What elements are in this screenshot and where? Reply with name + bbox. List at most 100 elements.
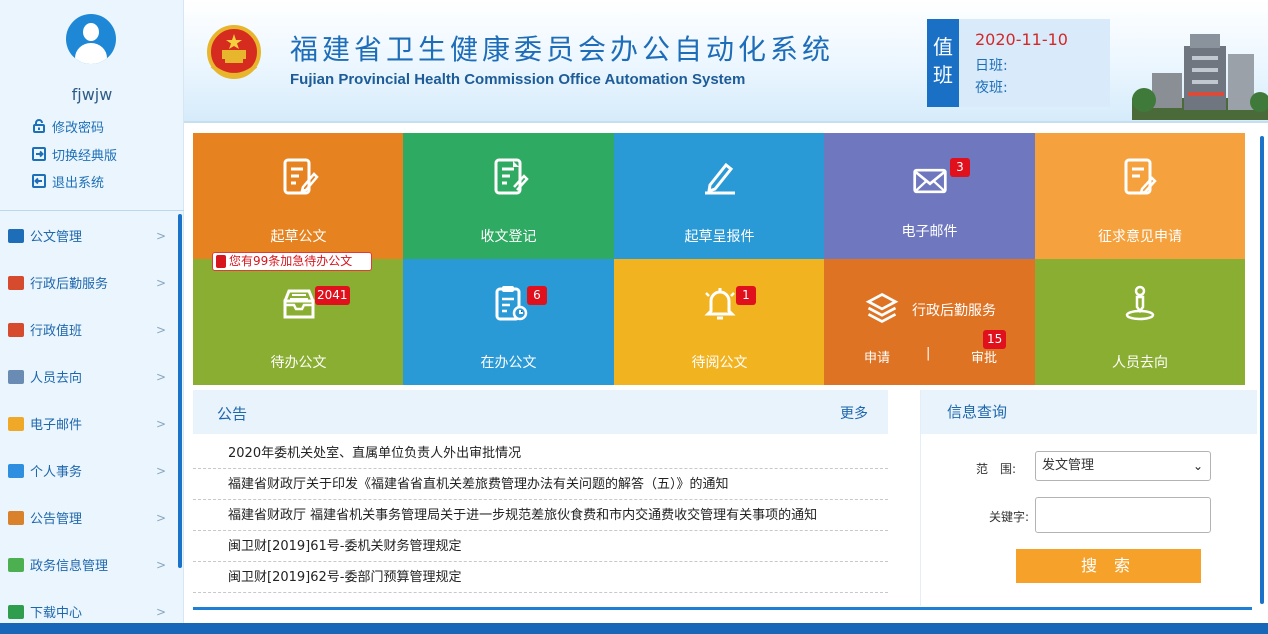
notice-item[interactable]: 闽卫财[2019]62号-委部门预算管理规定 (193, 562, 888, 593)
search-button[interactable]: 搜 索 (1016, 549, 1201, 583)
truck-icon (8, 275, 24, 290)
logout-icon (32, 174, 46, 188)
tile-label: 起草公文 (270, 229, 327, 245)
chevron-right-icon: > (155, 369, 166, 384)
sidebar-item-logistics-service[interactable]: 行政后勤服务 > (0, 259, 178, 306)
download-icon (8, 604, 24, 619)
notice-item[interactable]: 闽卫财[2019]61号-委机关财务管理规定 (193, 531, 888, 562)
sidebar-item-personal-affairs[interactable]: 个人事务 > (0, 447, 178, 494)
chevron-right-icon: > (155, 510, 166, 525)
notice-item[interactable]: 福建省财政厅关于印发《福建省省直机关差旅费管理办法有关问题的解答（五）》的通知 (193, 469, 888, 500)
inbox-icon (283, 289, 314, 319)
chevron-right-icon: > (155, 275, 166, 290)
tile-label: 起草呈报件 (684, 229, 755, 245)
national-emblem-icon (207, 25, 261, 79)
notice-item[interactable]: 2020年委机关处室、直属单位负责人外出审批情况 (193, 438, 888, 469)
sidebar-item-label: 行政后勤服务 (30, 277, 109, 292)
sidebar-item-admin-duty[interactable]: 行政值班 > (0, 306, 178, 353)
approve-count-badge: 15 (983, 330, 1007, 349)
chevron-right-icon: > (155, 557, 166, 572)
keyword-input[interactable] (1035, 497, 1211, 533)
day-shift: 日班: (975, 58, 1008, 74)
envelope-icon (912, 168, 947, 194)
content-scrollbar[interactable] (1260, 136, 1264, 604)
sidebar-item-staff-whereabouts[interactable]: 人员去向 > (0, 353, 178, 400)
logistics-separator: | (926, 346, 931, 361)
avatar[interactable] (66, 14, 116, 64)
duty-tag: 值班 (927, 19, 959, 107)
logistics-apply-link[interactable]: 申请 (864, 347, 890, 366)
megaphone-icon (8, 228, 24, 243)
content-bottom-line (193, 607, 1252, 610)
app-root: fjwjw 修改密码 切换经典版 退出系统 公文管理 > 行政后勤服务 > 行政值班… (0, 0, 1268, 634)
to-read-count-badge: 1 (736, 286, 756, 305)
tile-receive-register[interactable]: 收文登记 (403, 133, 614, 259)
building-image (1132, 34, 1268, 120)
sidebar-item-document-management[interactable]: 公文管理 > (0, 212, 178, 259)
sidebar-item-label: 人员去向 (30, 371, 83, 386)
alert-icon (216, 255, 226, 268)
notice-item[interactable]: 福建省财政厅 福建省机关事务管理局关于进一步规范差旅伙食费和市内交通费收交管理有… (193, 500, 888, 531)
in-progress-count-badge: 6 (527, 286, 547, 305)
tile-staff-whereabouts[interactable]: 人员去向 (1035, 259, 1245, 385)
email-count-badge: 3 (950, 158, 970, 177)
keyword-label: 关键字: (989, 510, 1030, 524)
scope-select-value: 发文管理 (1042, 458, 1095, 473)
tile-draft-document[interactable]: 起草公文 (193, 133, 404, 259)
pending-count-badge: 2041 (315, 286, 350, 305)
sidebar-menu: 公文管理 > 行政后勤服务 > 行政值班 > 人员去向 > 电子邮件 > 个人事务 > 公告… (0, 212, 178, 634)
draft-icon (283, 158, 319, 195)
sidebar-item-label: 公告管理 (30, 512, 83, 527)
tile-label: 待办公文 (270, 355, 327, 371)
tile-draft-report[interactable]: 起草呈报件 (614, 133, 825, 259)
change-password-link[interactable]: 修改密码 (32, 117, 105, 136)
tile-pending-documents[interactable]: 2041 待办公文 (193, 259, 404, 385)
write-icon (704, 162, 735, 195)
duty-date: 2020-11-10 (975, 30, 1068, 49)
tile-logistics-service[interactable]: 行政后勤服务 申请 | 审批 15 (824, 259, 1035, 385)
tile-label: 征求意见申请 (1098, 229, 1182, 245)
switch-classic-link[interactable]: 切换经典版 (32, 145, 118, 164)
tile-opinion-request[interactable]: 征求意见申请 (1035, 133, 1245, 259)
chevron-right-icon: > (155, 228, 166, 243)
opinion-icon (1124, 158, 1157, 195)
tile-label: 电子邮件 (901, 224, 958, 240)
truck-icon (8, 322, 24, 337)
header-divider (184, 121, 1268, 123)
tile-email[interactable]: 3 电子邮件 (824, 133, 1035, 259)
sidebar-item-notice-management[interactable]: 公告管理 > (0, 494, 178, 541)
system-subtitle: Fujian Provincial Health Commission Offi… (290, 71, 746, 88)
tile-label: 收文登记 (480, 229, 537, 245)
sidebar-item-label: 公文管理 (30, 230, 83, 245)
tile-label: 人员去向 (1112, 355, 1168, 371)
logistics-approve-link[interactable]: 审批 (971, 347, 997, 366)
notice-title: 公告 (217, 405, 248, 423)
switch-classic-label: 切换经典版 (52, 148, 118, 164)
notice-more-link[interactable]: 更多 (840, 403, 868, 423)
sidebar-scrollbar[interactable] (178, 214, 182, 568)
tile-in-progress-documents[interactable]: 6 在办公文 (403, 259, 614, 385)
query-title: 信息查询 (921, 390, 1257, 434)
query-panel: 信息查询 范 围: 发文管理 ⌄ 关键字: 搜 索 (920, 390, 1257, 606)
chevron-right-icon: > (155, 322, 166, 337)
urgent-alert[interactable]: 您有99条加急待办公文 (212, 252, 372, 271)
scope-select[interactable]: 发文管理 ⌄ (1035, 451, 1211, 481)
sidebar-item-label: 下载中心 (30, 606, 83, 621)
sidebar-item-government-info[interactable]: 政务信息管理 > (0, 541, 178, 588)
tile-label: 在办公文 (480, 355, 537, 371)
chevron-down-icon: ⌄ (1192, 459, 1203, 473)
urgent-alert-text: 您有99条加急待办公文 (229, 254, 353, 268)
logout-link[interactable]: 退出系统 (32, 172, 104, 191)
mail-icon (8, 416, 24, 431)
tile-to-read-documents[interactable]: 1 待阅公文 (614, 259, 825, 385)
building-icon (8, 369, 24, 384)
change-password-label: 修改密码 (52, 120, 105, 136)
duty-panel: 值班 2020-11-10 日班: 夜班: (927, 19, 1110, 107)
receive-icon (494, 158, 529, 195)
username: fjwjw (71, 85, 113, 104)
sidebar-item-email[interactable]: 电子邮件 > (0, 400, 178, 447)
sidebar-item-label: 电子邮件 (30, 418, 83, 433)
pencil-icon (8, 463, 24, 478)
notice-panel: 公告 更多 2020年委机关处室、直属单位负责人外出审批情况 福建省财政厅关于印… (193, 390, 888, 605)
chevron-right-icon: > (155, 416, 166, 431)
